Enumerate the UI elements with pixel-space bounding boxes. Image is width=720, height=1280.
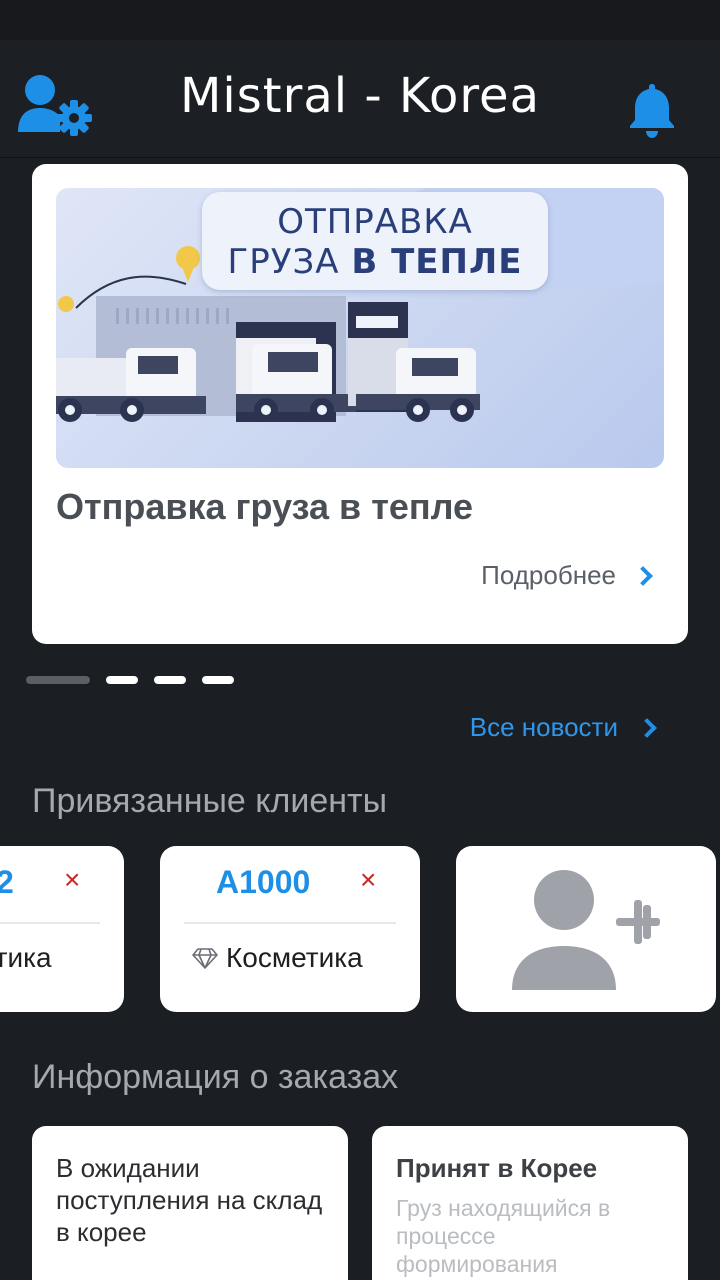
client-category-label: Косметика [226, 942, 363, 973]
carousel-dot[interactable] [26, 676, 90, 684]
carousel-dot[interactable] [154, 676, 186, 684]
banner-line-2b: В ТЕПЛЕ [351, 242, 523, 282]
remove-client-icon[interactable]: × [360, 864, 376, 896]
more-link[interactable]: Подробнее [481, 560, 653, 591]
client-code: A1000 [216, 864, 311, 900]
divider [184, 922, 396, 924]
banner-line-2: ГРУЗА В ТЕПЛЕ [202, 242, 548, 282]
chevron-right-icon [633, 565, 653, 586]
more-link-label: Подробнее [481, 560, 616, 590]
news-banner-image: ОТПРАВКА ГРУЗА В ТЕПЛЕ [56, 188, 664, 468]
news-title: Отправка груза в тепле [56, 486, 474, 527]
orders-section-title: Информация о заказах [32, 1058, 399, 1096]
client-category: Косметика [192, 942, 363, 974]
all-news-link[interactable]: Все новости [469, 712, 657, 743]
order-status-card[interactable]: Принят в Корее Груз находящийся в процес… [372, 1126, 688, 1280]
bell-icon[interactable] [626, 80, 678, 140]
clients-section-title: Привязанные клиенты [32, 782, 388, 820]
order-status-title: В ожидании поступления на склад в корее [56, 1153, 323, 1247]
client-card[interactable]: 2 × етика [0, 846, 124, 1012]
add-user-icon [512, 870, 660, 990]
client-category-label: етика [0, 942, 52, 973]
app-title: Mistral - Korea [180, 68, 540, 124]
add-client-card[interactable] [456, 846, 716, 1012]
order-status-subtitle: Груз находящийся в процессе формирования [396, 1195, 611, 1277]
remove-client-icon[interactable]: × [64, 864, 80, 896]
banner-label: ОТПРАВКА ГРУЗА В ТЕПЛЕ [202, 192, 548, 290]
app-header: Mistral - Korea [0, 40, 720, 158]
client-code: 2 [0, 864, 14, 900]
client-category: етика [0, 942, 52, 974]
chevron-right-icon [637, 717, 657, 738]
banner-line-2a: ГРУЗА [227, 242, 352, 282]
news-card[interactable]: ОТПРАВКА ГРУЗА В ТЕПЛЕ Отправка груза в … [32, 164, 688, 644]
diamond-icon [192, 948, 218, 969]
order-status-title: Принят в Корее [396, 1153, 598, 1183]
status-bar [0, 0, 720, 40]
client-card[interactable]: A1000 × Косметика [160, 846, 420, 1012]
carousel-indicator [26, 676, 234, 684]
all-news-label: Все новости [469, 712, 618, 742]
carousel-dot[interactable] [202, 676, 234, 684]
banner-line-1: ОТПРАВКА [277, 202, 473, 242]
order-status-card[interactable]: В ожидании поступления на склад в корее [32, 1126, 348, 1280]
divider [0, 922, 100, 924]
carousel-dot[interactable] [106, 676, 138, 684]
